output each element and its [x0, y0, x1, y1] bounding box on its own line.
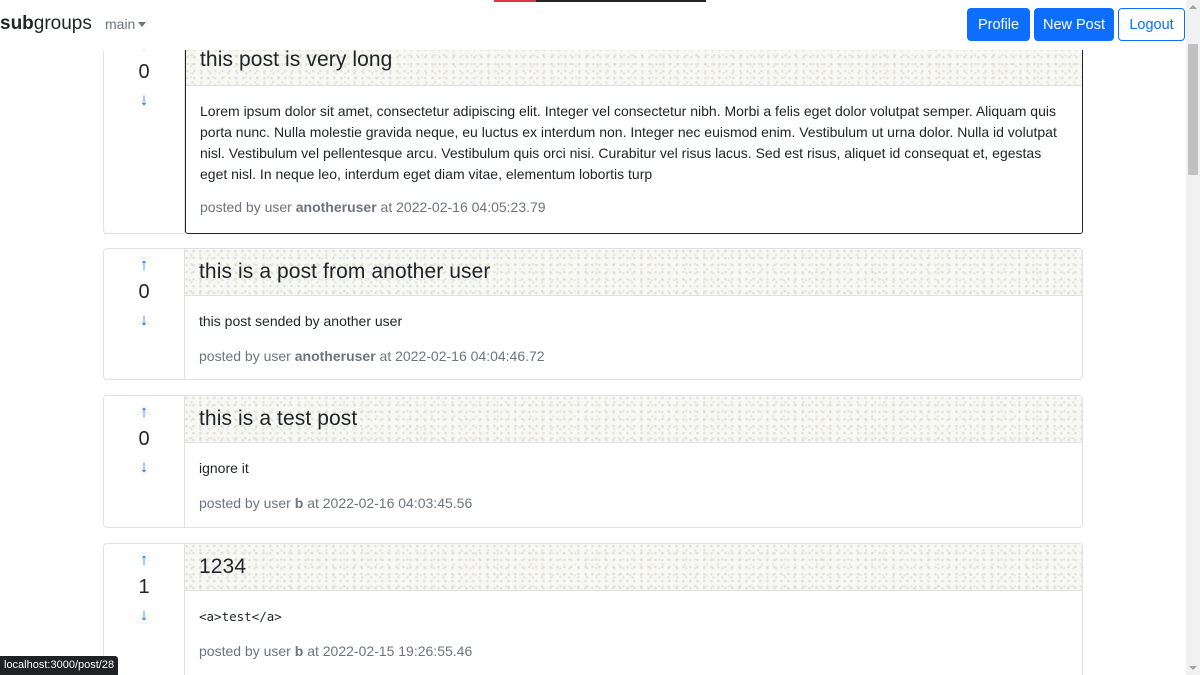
post-body: this post sended by another user	[199, 313, 403, 329]
post-author[interactable]: b	[295, 643, 304, 659]
logout-button[interactable]: Logout	[1118, 8, 1185, 41]
group-selector-label: main	[105, 16, 136, 32]
post-card: ↑ 1 ↓ 1234 <a>test</a> posted by user b …	[103, 543, 1083, 675]
post-title[interactable]: this is a test post	[199, 407, 357, 431]
navbar: subgroups main Profile New Post Logout	[0, 0, 1187, 50]
downvote-icon[interactable]: ↓	[140, 310, 149, 330]
posted-by-label: posted by user	[199, 348, 291, 364]
vertical-scrollbar[interactable]	[1186, 0, 1200, 675]
post-meta: posted by user anotheruser at 2022-02-16…	[185, 332, 1082, 378]
post-timestamp: 2022-02-16 04:04:46.72	[395, 348, 545, 364]
post-body: ignore it	[199, 460, 249, 476]
post-content[interactable]: 1234 <a>test</a> posted by user b at 202…	[185, 543, 1083, 675]
post-card: ↑ 0 ↓ this is a test post ignore it post…	[103, 395, 1083, 528]
post-meta: posted by user b at 2022-02-16 04:03:45.…	[185, 479, 1082, 525]
page: ↑ 0 ↓ this post is very long Lorem ipsum…	[0, 0, 1200, 675]
post-author[interactable]: anotheruser	[296, 199, 377, 215]
vote-panel: ↑ 0 ↓	[103, 395, 185, 528]
caret-down-icon	[138, 22, 147, 27]
at-label: at	[379, 348, 392, 364]
status-url-tooltip: localhost:3000/post/28	[0, 656, 119, 675]
downvote-icon[interactable]: ↓	[140, 605, 149, 625]
post-header: 1234	[185, 544, 1082, 591]
downvote-icon[interactable]: ↓	[140, 457, 149, 477]
posted-by-label: posted by user	[199, 643, 291, 659]
post-content[interactable]: this is a test post ignore it posted by …	[185, 395, 1083, 528]
post-header: this is a test post	[185, 396, 1082, 443]
post-title[interactable]: this post is very long	[200, 48, 392, 72]
at-label: at	[307, 495, 319, 511]
brand-rest: groups	[33, 13, 92, 34]
post-timestamp: 2022-02-16 04:03:45.56	[322, 495, 473, 511]
scroll-down-icon[interactable]	[1186, 661, 1200, 675]
group-selector[interactable]: main	[105, 16, 147, 32]
post-author[interactable]: anotheruser	[295, 348, 376, 364]
at-label: at	[307, 643, 319, 659]
downvote-icon[interactable]: ↓	[140, 90, 149, 110]
posted-by-label: posted by user	[200, 199, 292, 215]
post-meta: posted by user anotheruser at 2022-02-16…	[186, 185, 1082, 229]
posted-by-label: posted by user	[199, 495, 291, 511]
post-timestamp: 2022-02-16 04:05:23.79	[396, 199, 546, 215]
vote-score: 1	[138, 576, 150, 598]
scroll-up-icon[interactable]	[1186, 0, 1200, 14]
post-meta: posted by user b at 2022-02-15 19:26:55.…	[185, 627, 1082, 673]
post-content[interactable]: this is a post from another user this po…	[185, 248, 1083, 380]
post-title[interactable]: this is a post from another user	[199, 260, 491, 284]
at-label: at	[380, 199, 393, 215]
post-timestamp: 2022-02-15 19:26:55.46	[322, 643, 473, 659]
new-post-button[interactable]: New Post	[1034, 8, 1114, 41]
vote-panel: ↑ 0 ↓	[103, 248, 185, 380]
post-author[interactable]: b	[295, 495, 304, 511]
upvote-icon[interactable]: ↑	[140, 402, 149, 422]
upvote-icon[interactable]: ↑	[140, 550, 149, 570]
vote-score: 0	[138, 428, 150, 450]
post-header: this is a post from another user	[185, 249, 1082, 296]
post-title[interactable]: 1234	[199, 555, 246, 579]
upvote-icon[interactable]: ↑	[140, 255, 149, 275]
brand-bold: sub	[0, 13, 34, 34]
vote-score: 0	[138, 281, 150, 303]
brand-logo[interactable]: subgroups	[0, 13, 92, 35]
profile-button[interactable]: Profile	[967, 8, 1030, 41]
post-card: ↑ 0 ↓ this is a post from another user t…	[103, 248, 1083, 380]
post-body: Lorem ipsum dolor sit amet, consectetur …	[200, 103, 1057, 182]
post-body: <a>test</a>	[199, 609, 282, 624]
scroll-thumb[interactable]	[1188, 44, 1198, 175]
loading-bar	[494, 0, 706, 2]
vote-score: 0	[138, 61, 150, 83]
